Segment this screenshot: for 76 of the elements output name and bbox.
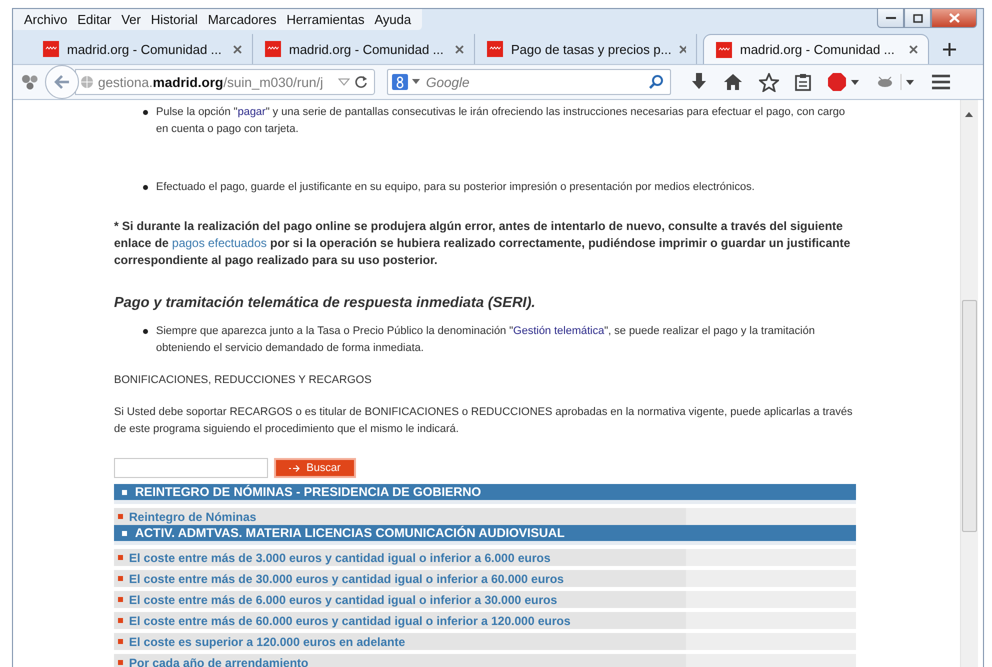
paragraph: Si Usted debe soportar RECARGOS o es titular de BONIFICACIONES o REDUCCIONES aprobadas en la normativa vigente, puede aplicarlas a través de este programa siguiendo el procedimiento que el mismo le indicará.: [114, 405, 854, 437]
menu-item[interactable]: Herramientas: [281, 11, 370, 28]
link[interactable]: pagar: [238, 106, 266, 118]
close-tab-icon[interactable]: [909, 45, 918, 54]
square-bullet-icon: [118, 514, 123, 519]
globe-icon: [80, 75, 94, 89]
item-link[interactable]: El coste entre más de 6.000 euros y cantidad igual o inferior a 30.000 euros: [129, 592, 558, 606]
square-bullet-icon: [118, 597, 123, 602]
search-button[interactable]: Buscar: [274, 458, 356, 478]
minimize-button[interactable]: [877, 9, 904, 28]
home-icon[interactable]: [723, 73, 743, 91]
download-icon[interactable]: [691, 73, 707, 91]
favicon-icon: [487, 41, 503, 57]
minimize-icon: [886, 16, 896, 20]
nodes-icon[interactable]: [21, 73, 39, 91]
arrow-icon: [289, 464, 302, 472]
square-bullet-icon: [118, 576, 123, 581]
dropdown-icon[interactable]: [338, 78, 350, 86]
reading-list-icon[interactable]: [795, 73, 811, 91]
new-tab-icon[interactable]: [943, 43, 956, 56]
group-title: ACTIV. ADMTVAS. MATERIA LICENCIAS COMUNICACIÓN AUDIOVISUAL: [135, 526, 565, 540]
search-icon[interactable]: [648, 74, 664, 90]
menu-icon[interactable]: [931, 74, 951, 90]
link[interactable]: Gestión telemática: [513, 325, 604, 337]
note-paragraph: * Si durante la realización del pago online se produjera algún error, antes de intentarlo de nuevo, consulte a través del siguiente enlace de pagos efectuados por si la operación se hubiera realizado correctamente, pudiéndose imprimir o guardar un justificante correspondiente al pago realizado para su uso posterior.: [114, 218, 852, 269]
square-bullet-icon: [122, 530, 127, 536]
link[interactable]: pagos efectuados: [172, 236, 267, 250]
menu-item[interactable]: Archivo: [19, 11, 72, 28]
bullet-text: Siempre que aparezca junto a la Tasa o Precio Público la denominación "Gestión telemática", se puede realizar el pago y la tramitación obteniendo el servicio demandado de forma inmediata.: [156, 324, 816, 356]
item-link[interactable]: El coste entre más de 60.000 euros y cantidad igual o inferior a 120.000 euros: [129, 614, 571, 628]
bullet-icon: [143, 185, 148, 190]
item-link[interactable]: Por cada año de arrendamiento: [129, 656, 308, 667]
menu-item[interactable]: Ver: [116, 11, 146, 28]
close-tab-icon[interactable]: [679, 44, 686, 54]
back-button[interactable]: [45, 65, 79, 99]
menu-item[interactable]: Ayuda: [369, 11, 416, 28]
bullet-icon: [143, 329, 148, 334]
bullet-text: Efectuado el pago, guarde el justificante en su equipo, para su posterior impresión o presentación por medios electrónicos.: [156, 180, 756, 195]
square-bullet-icon: [118, 660, 123, 665]
address-field[interactable]: gestiona.madrid.org/suin_m030/run/j: [75, 69, 375, 95]
menu-item[interactable]: Editar: [72, 11, 116, 28]
close-tab-icon[interactable]: [233, 44, 242, 54]
menu-item[interactable]: Marcadores: [202, 11, 282, 28]
bullet-text: Pulse la opción "pagar" y una serie de pantallas consecutivas le irán ofreciendo las instrucciones necesarias para efectuar el pago, con cargo en cuenta o pago con tarjeta.: [156, 105, 846, 137]
search-input-field[interactable]: [114, 458, 268, 478]
reload-icon[interactable]: [354, 75, 368, 89]
browser-tab[interactable]: madrid.org - Comunidad ...: [703, 34, 929, 64]
heading-text: BONIFICACIONES, REDUCCIONES Y RECARGOS: [114, 373, 373, 388]
menu-item[interactable]: Historial: [146, 11, 203, 28]
close-icon: [948, 13, 960, 23]
caret-icon[interactable]: [412, 79, 420, 85]
square-bullet-icon: [118, 639, 123, 644]
close-tab-icon[interactable]: [455, 44, 464, 54]
item-link[interactable]: El coste entre más de 30.000 euros y cantidad igual o inferior a 60.000 euros: [129, 572, 564, 586]
section-title: Pago y tramitación telemática de respuesta inmediata (SERI).: [114, 295, 536, 311]
group-title: REINTEGRO DE NÓMINAS - PRESIDENCIA DE GOBIERNO: [135, 485, 482, 499]
favicon-icon: [716, 42, 732, 58]
item-link[interactable]: El coste es superior a 120.000 euros en adelante: [129, 634, 406, 648]
scroll-up-icon[interactable]: [965, 112, 973, 117]
favicon-icon: [43, 41, 59, 57]
google-icon: [392, 74, 408, 90]
favicon-icon: [265, 41, 281, 57]
back-arrow-icon: [54, 75, 70, 89]
star-icon[interactable]: [759, 72, 779, 92]
maximize-icon: [912, 14, 922, 22]
item-link[interactable]: Reintegro de Nóminas: [129, 510, 256, 524]
close-button[interactable]: [931, 9, 977, 28]
item-link[interactable]: El coste entre más de 3.000 euros y cantidad igual o inferior a 6.000 euros: [129, 550, 550, 564]
maximize-button[interactable]: [904, 9, 931, 28]
scrollbar[interactable]: [960, 100, 978, 667]
bullet-icon: [143, 110, 148, 115]
square-bullet-icon: [118, 555, 123, 560]
square-bullet-icon: [118, 618, 123, 623]
square-bullet-icon: [122, 490, 127, 494]
scroll-thumb[interactable]: [962, 300, 977, 532]
search-field[interactable]: Google: [387, 69, 671, 95]
